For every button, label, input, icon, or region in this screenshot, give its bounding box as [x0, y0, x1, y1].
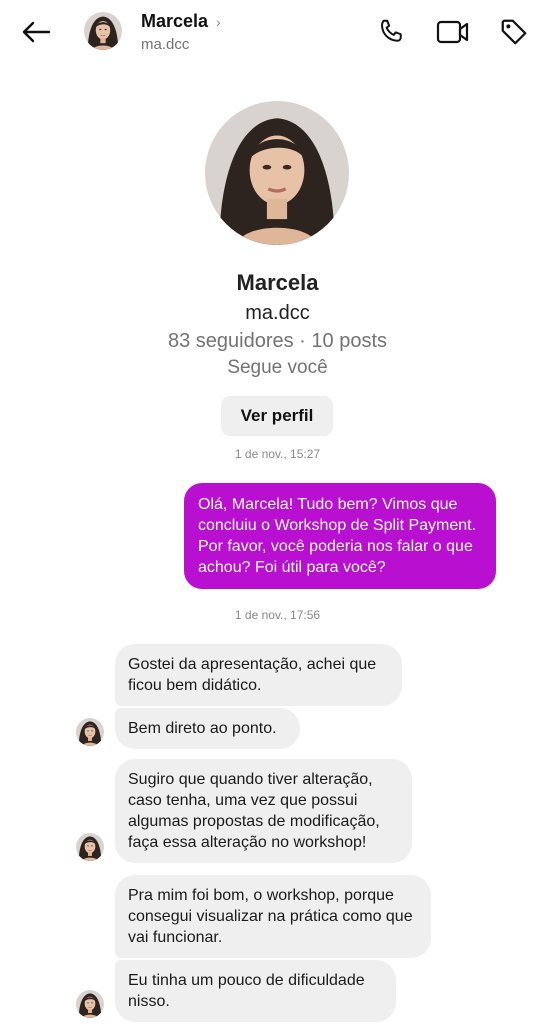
chevron-right-icon: › [216, 13, 221, 30]
incoming-message[interactable]: Eu tinha um pouco de dificuldade nisso. [115, 960, 396, 1022]
phone-icon [381, 19, 402, 42]
back-button[interactable] [18, 14, 54, 50]
profile-username: ma.dcc [245, 302, 310, 324]
view-profile-button[interactable]: Ver perfil [221, 396, 333, 436]
message-timestamp: 1 de nov., 17:56 [234, 608, 321, 622]
profile-avatar[interactable] [205, 101, 349, 245]
follow-status: Segue você [227, 357, 328, 378]
incoming-message[interactable]: Gostei da apresentação, achei que ficou … [115, 644, 402, 706]
arrow-left-icon [22, 21, 51, 43]
outgoing-message[interactable]: Olá, Marcela! Tudo bem? Vimos que conclu… [184, 483, 496, 589]
profile-name: Marcela [236, 270, 319, 295]
tag-icon [501, 19, 527, 45]
header-username: ma.dcc [141, 36, 190, 53]
video-camera-icon [436, 20, 469, 44]
sender-avatar[interactable] [76, 718, 104, 746]
call-button[interactable] [373, 14, 409, 50]
tag-button[interactable] [496, 14, 532, 50]
video-call-button[interactable] [435, 14, 471, 50]
incoming-message[interactable]: Pra mim foi bom, o workshop, porque cons… [115, 875, 431, 958]
sender-avatar[interactable] [76, 990, 104, 1018]
incoming-message[interactable]: Bem direto ao ponto. [115, 708, 300, 749]
incoming-message[interactable]: Sugiro que quando tiver alteração, caso … [115, 759, 412, 863]
header-avatar[interactable] [84, 12, 122, 50]
header-name-text: Marcela [141, 11, 209, 31]
profile-stats: 83 seguidores · 10 posts [167, 330, 388, 352]
sender-avatar[interactable] [76, 833, 104, 861]
message-timestamp: 1 de nov., 15:27 [234, 447, 321, 461]
header-contact-name[interactable]: Marcela › [141, 11, 221, 32]
